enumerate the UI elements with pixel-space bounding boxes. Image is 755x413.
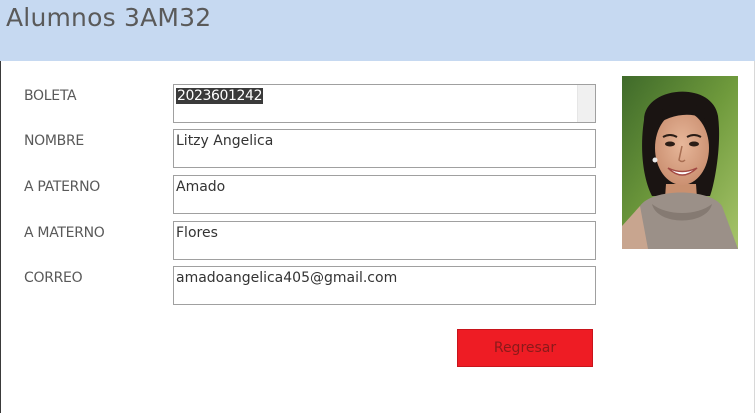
header-bar: Alumnos 3AM32 <box>0 0 755 61</box>
apaterno-label: A PATERNO <box>24 179 100 195</box>
correo-value: amadoangelica405@gmail.com <box>176 270 398 286</box>
boleta-scrollbar[interactable] <box>577 85 595 122</box>
amaterno-value: Flores <box>176 225 218 241</box>
student-photo <box>622 76 738 249</box>
correo-label: CORREO <box>24 270 83 286</box>
content-left-border <box>0 61 1 413</box>
correo-field[interactable]: amadoangelica405@gmail.com <box>173 266 596 305</box>
amaterno-label: A MATERNO <box>24 225 105 241</box>
boleta-field[interactable]: 2023601242 <box>173 84 596 123</box>
amaterno-field[interactable]: Flores <box>173 221 596 260</box>
apaterno-field[interactable]: Amado <box>173 175 596 214</box>
nombre-label: NOMBRE <box>24 133 84 149</box>
boleta-value: 2023601242 <box>176 88 264 104</box>
nombre-value: Litzy Angelica <box>176 133 274 149</box>
page-title: Alumnos 3AM32 <box>6 3 212 32</box>
boleta-label: BOLETA <box>24 88 77 104</box>
nombre-field[interactable]: Litzy Angelica <box>173 129 596 168</box>
regresar-button[interactable]: Regresar <box>457 329 593 367</box>
apaterno-value: Amado <box>176 179 226 195</box>
